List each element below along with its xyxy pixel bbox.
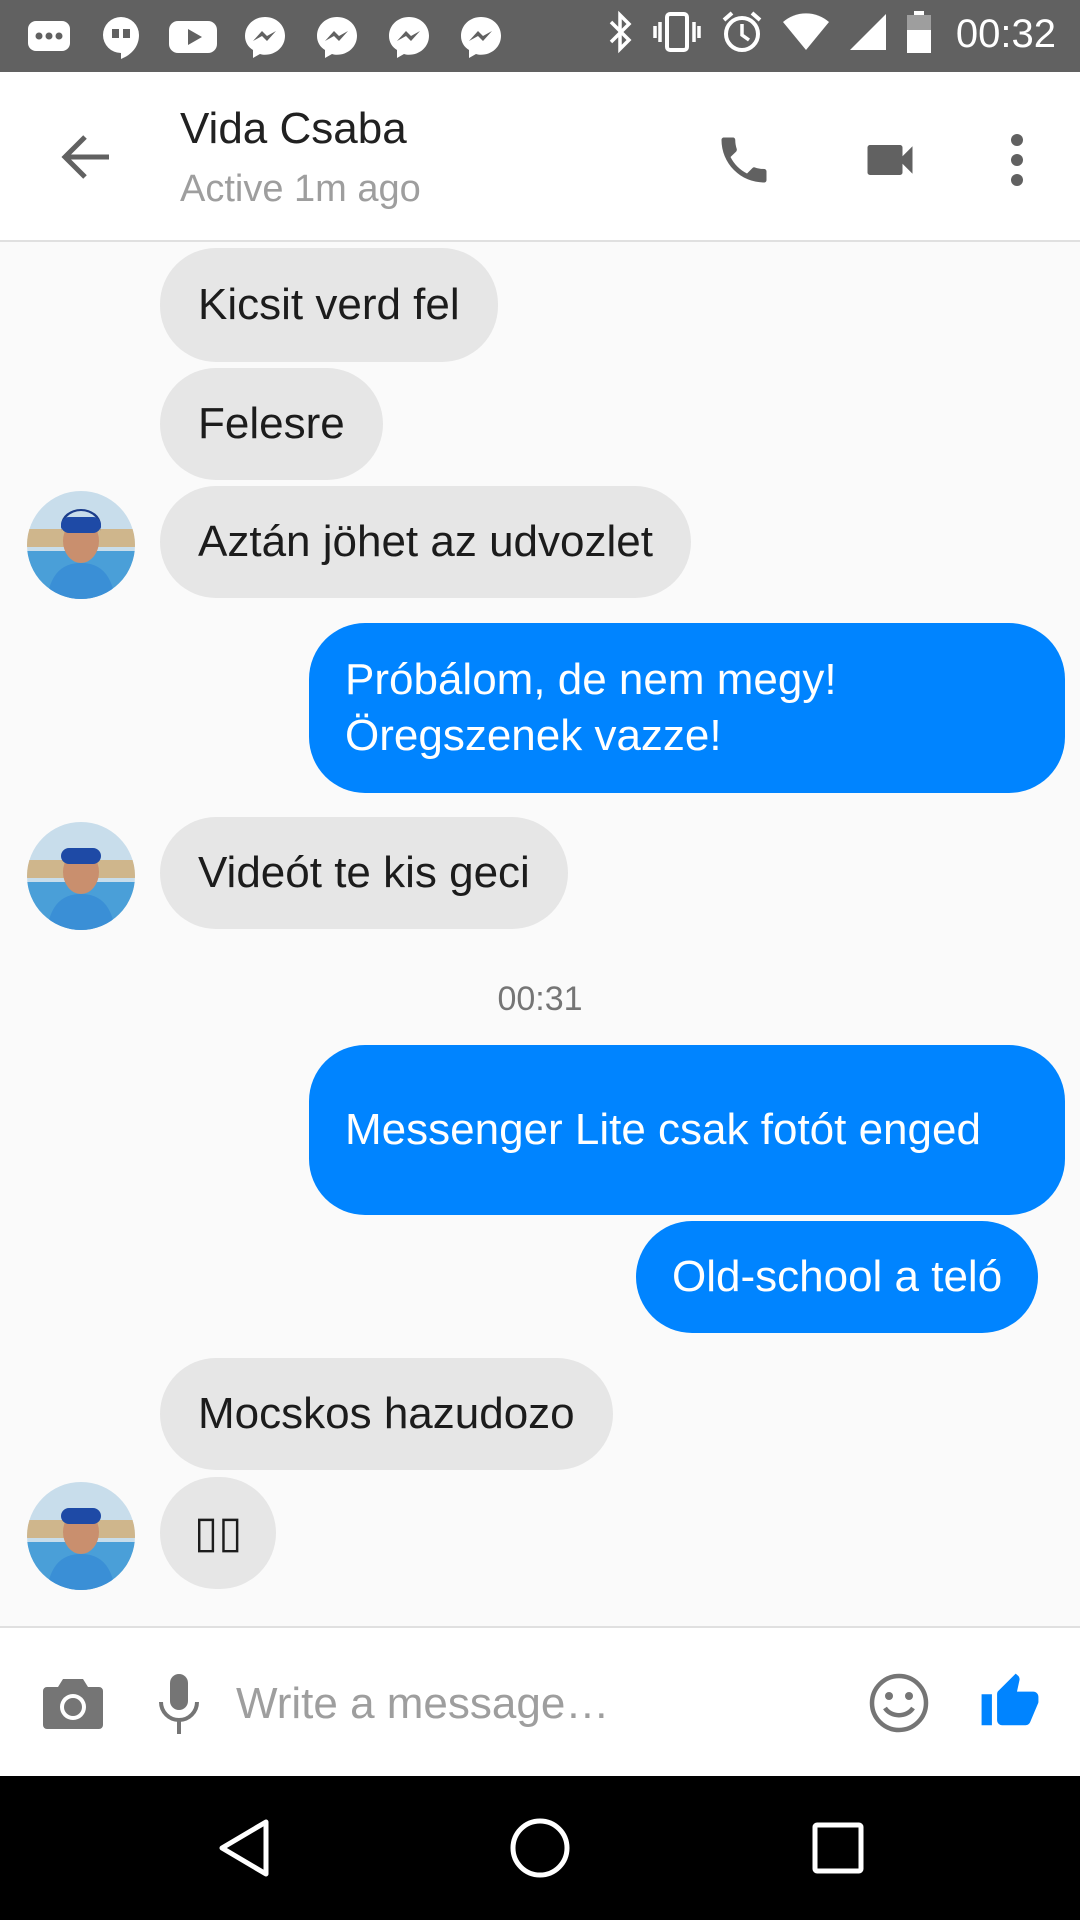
conversation-header: Vida Csaba Active 1m ago (0, 72, 1080, 242)
more-options-button[interactable] (992, 122, 1042, 198)
message-text: Old-school a teló (672, 1252, 1003, 1301)
emoji-button[interactable] (866, 1670, 932, 1736)
incoming-message[interactable]: Mocskos hazudozo (160, 1358, 613, 1470)
message-timestamp: 00:31 (497, 980, 583, 1018)
battery-icon (906, 10, 932, 59)
message-text: ▯▯ (194, 1508, 243, 1557)
message-text: Felesre (198, 399, 345, 448)
back-button[interactable] (50, 122, 120, 192)
contact-active-status: Active 1m ago (180, 168, 421, 210)
arrow-left-icon (61, 135, 109, 179)
like-button[interactable] (976, 1668, 1044, 1736)
message-text: Kicsit verd fel (198, 280, 460, 329)
alarm-icon (720, 10, 764, 59)
message-text: Videót te kis geci (198, 848, 530, 897)
bluetooth-icon (608, 10, 634, 59)
nav-back-button[interactable] (210, 1814, 278, 1882)
square-recents-icon (812, 1822, 864, 1874)
phone-icon (721, 137, 767, 183)
system-navigation-bar (0, 1776, 1080, 1920)
contact-avatar[interactable] (27, 822, 135, 930)
smiley-icon (869, 1673, 929, 1733)
video-camera-icon (867, 145, 913, 175)
message-text: Messenger Lite csak fotót enged (345, 1105, 981, 1154)
messenger-icon (240, 12, 290, 62)
incoming-message[interactable]: ▯▯ (160, 1477, 277, 1589)
outgoing-message[interactable]: Old-school a teló (636, 1221, 1039, 1333)
voice-call-button[interactable] (706, 122, 782, 198)
outgoing-message[interactable]: Próbálom, de nem megy! Öregszenek vazze! (309, 623, 1065, 793)
contact-avatar[interactable] (27, 1482, 135, 1590)
triangle-back-icon (219, 1819, 269, 1877)
contact-avatar[interactable] (27, 491, 135, 599)
thumbs-up-icon (981, 1673, 1039, 1726)
message-composer (0, 1626, 1080, 1778)
camera-button[interactable] (38, 1670, 108, 1736)
video-call-button[interactable] (852, 122, 928, 198)
incoming-message[interactable]: Aztán jöhet az udvozlet (160, 486, 691, 598)
messenger-icon (456, 12, 506, 62)
message-text: Aztán jöhet az udvozlet (198, 517, 653, 566)
incoming-message[interactable]: Videót te kis geci (160, 817, 568, 929)
messenger-icon (384, 12, 434, 62)
voice-message-button[interactable] (152, 1668, 206, 1740)
camera-icon (43, 1679, 103, 1729)
incoming-message[interactable]: Felesre (160, 368, 383, 480)
more-vertical-icon (1011, 134, 1023, 186)
youtube-icon (168, 12, 218, 62)
hangouts-icon (96, 12, 146, 62)
message-text: Próbálom, de nem megy! Öregszenek vazze! (345, 655, 837, 760)
messenger-icon (312, 12, 362, 62)
message-input[interactable] (234, 1668, 818, 1740)
signal-icon (848, 12, 888, 57)
message-text: Mocskos hazudozo (198, 1389, 575, 1438)
nav-home-button[interactable] (506, 1814, 574, 1882)
circle-home-icon (510, 1818, 570, 1878)
microphone-icon (159, 1674, 199, 1734)
incoming-message[interactable]: Kicsit verd fel (160, 248, 498, 362)
vibrate-icon (652, 10, 702, 59)
chat-bubble-icon (24, 12, 74, 62)
contact-name[interactable]: Vida Csaba (180, 104, 407, 154)
outgoing-message[interactable]: Messenger Lite csak fotót enged (309, 1045, 1065, 1215)
status-bar: 00:32 (0, 0, 1080, 72)
nav-recents-button[interactable] (804, 1814, 872, 1882)
wifi-icon (782, 12, 830, 57)
clock-time: 00:32 (955, 12, 1056, 56)
